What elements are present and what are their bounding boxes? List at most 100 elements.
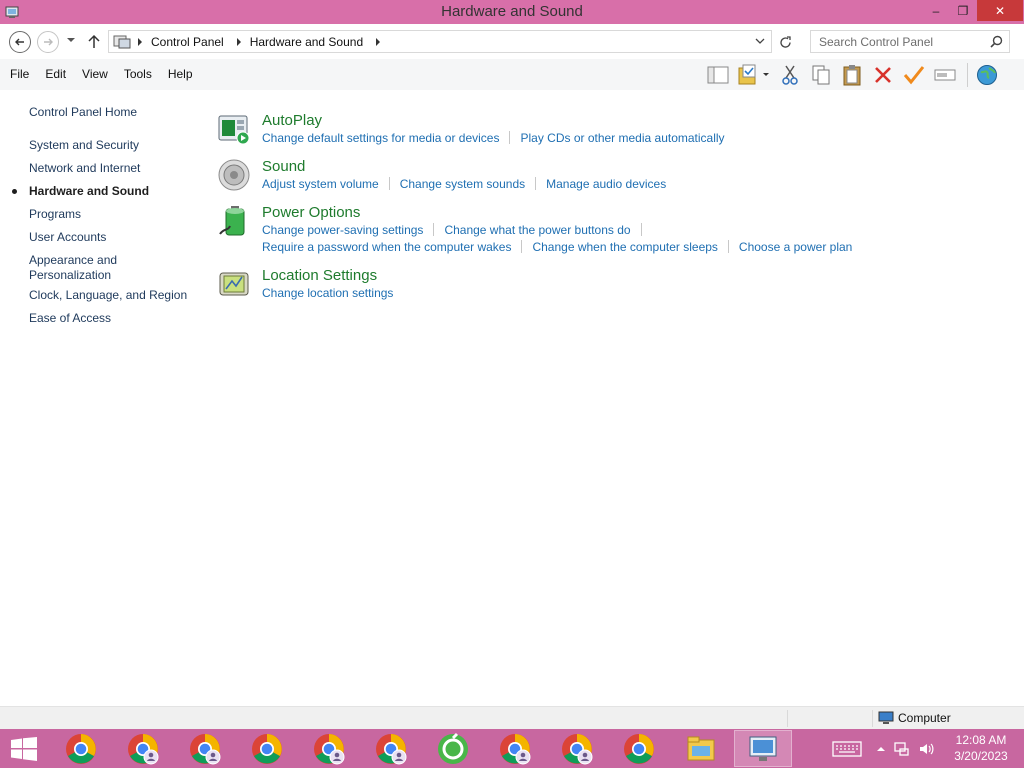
link-change-location-settings[interactable]: Change location settings xyxy=(262,286,393,300)
link-change-power-buttons[interactable]: Change what the power buttons do xyxy=(444,223,630,237)
search-box[interactable] xyxy=(810,30,1010,53)
menu-edit[interactable]: Edit xyxy=(45,67,66,81)
restore-button[interactable]: ❐ xyxy=(950,0,976,21)
nav-clock-language-region[interactable]: Clock, Language, and Region xyxy=(29,288,194,303)
refresh-button[interactable] xyxy=(775,32,795,52)
menu-bar: File Edit View Tools Help xyxy=(10,67,209,81)
taskbar-app-button[interactable] xyxy=(114,730,172,767)
minimize-button[interactable]: – xyxy=(922,0,950,21)
nav-programs[interactable]: Programs xyxy=(29,207,194,222)
address-bar[interactable]: Control Panel Hardware and Sound xyxy=(108,30,772,53)
chrome-profile-icon xyxy=(500,733,531,764)
nav-hardware-and-sound[interactable]: Hardware and Sound xyxy=(29,184,194,199)
taskbar-app-button[interactable] xyxy=(734,730,792,767)
link-separator xyxy=(388,177,390,190)
power-options-links-row-2: Require a password when the computer wak… xyxy=(262,240,852,254)
rename-button[interactable] xyxy=(931,62,959,88)
link-adjust-system-volume[interactable]: Adjust system volume xyxy=(262,177,379,191)
location-gps-icon[interactable] xyxy=(217,267,251,301)
internet-button[interactable] xyxy=(973,62,1001,88)
taskbar-app-button[interactable] xyxy=(672,730,730,767)
nav-control-panel-home[interactable]: Control Panel Home xyxy=(29,105,194,120)
taskbar-app-button[interactable] xyxy=(362,730,420,767)
windows-start-icon[interactable] xyxy=(10,737,38,761)
chevron-right-icon[interactable] xyxy=(375,37,381,46)
taskbar-app-button[interactable] xyxy=(610,730,668,767)
paste-button[interactable] xyxy=(838,62,866,88)
taskbar-app-button[interactable] xyxy=(238,730,296,767)
chrome-icon xyxy=(624,733,654,764)
search-icon[interactable] xyxy=(990,35,1003,48)
autoplay-icon[interactable] xyxy=(217,112,251,146)
link-change-power-saving-settings[interactable]: Change power-saving settings xyxy=(262,223,423,237)
address-dropdown-icon[interactable] xyxy=(755,37,765,45)
menu-file[interactable]: File xyxy=(10,67,29,81)
search-input[interactable] xyxy=(811,31,981,52)
speaker-icon[interactable] xyxy=(217,158,251,192)
nav-appearance-and-personalization[interactable]: Appearance and Personalization xyxy=(29,253,129,283)
menu-view[interactable]: View xyxy=(82,67,108,81)
link-change-system-sounds[interactable]: Change system sounds xyxy=(400,177,525,191)
back-button[interactable] xyxy=(9,31,31,53)
up-arrow-icon[interactable] xyxy=(87,33,101,49)
chevron-right-icon[interactable] xyxy=(236,37,242,46)
nav-user-accounts[interactable]: User Accounts xyxy=(29,230,194,245)
folder-options-button[interactable] xyxy=(735,62,773,88)
close-button[interactable]: ✕ xyxy=(977,0,1023,21)
forward-button[interactable] xyxy=(37,31,59,53)
taskbar-clock[interactable]: 12:08 AM 3/20/2023 xyxy=(948,732,1014,764)
back-arrow-icon xyxy=(15,38,24,46)
system-tray xyxy=(832,729,934,768)
sound-title[interactable]: Sound xyxy=(262,158,305,175)
clock-time: 12:08 AM xyxy=(955,733,1007,747)
battery-icon[interactable] xyxy=(217,204,251,238)
show-hidden-icons-chevron-icon[interactable] xyxy=(876,745,886,753)
keyboard-icon[interactable] xyxy=(832,740,862,758)
recent-locations-dropdown-icon[interactable] xyxy=(66,36,76,44)
chevron-right-icon[interactable] xyxy=(137,37,143,46)
nav-system-and-security[interactable]: System and Security xyxy=(29,138,194,153)
network-icon[interactable] xyxy=(894,741,910,757)
nav-network-and-internet[interactable]: Network and Internet xyxy=(29,161,194,176)
menu-tools[interactable]: Tools xyxy=(124,67,152,81)
status-bar: Computer xyxy=(0,706,1024,729)
link-choose-power-plan[interactable]: Choose a power plan xyxy=(739,240,852,254)
taskbar-app-button[interactable] xyxy=(176,730,234,767)
link-separator xyxy=(640,223,642,236)
link-separator xyxy=(433,223,435,236)
link-change-default-media-settings[interactable]: Change default settings for media or dev… xyxy=(262,131,499,145)
taskbar-app-button[interactable] xyxy=(300,730,358,767)
status-location-label: Computer xyxy=(898,711,951,725)
taskbar-app-button[interactable] xyxy=(424,730,482,767)
link-manage-audio-devices[interactable]: Manage audio devices xyxy=(546,177,666,191)
location-settings-title[interactable]: Location Settings xyxy=(262,267,377,284)
folder-check-icon xyxy=(738,64,769,85)
volume-icon[interactable] xyxy=(918,741,934,757)
properties-button[interactable] xyxy=(900,62,928,88)
breadcrumb-control-panel[interactable]: Control Panel xyxy=(151,35,224,49)
nav-ease-of-access[interactable]: Ease of Access xyxy=(29,311,194,326)
current-page-bullet xyxy=(12,189,17,194)
computer-icon xyxy=(878,711,894,724)
taskbar: 12:08 AM 3/20/2023 xyxy=(0,729,1024,768)
status-divider xyxy=(787,710,788,727)
delete-button[interactable] xyxy=(869,62,897,88)
breadcrumb-hardware-and-sound[interactable]: Hardware and Sound xyxy=(250,35,363,49)
link-play-cds-automatically[interactable]: Play CDs or other media automatically xyxy=(520,131,724,145)
menu-help[interactable]: Help xyxy=(168,67,193,81)
autoplay-title[interactable]: AutoPlay xyxy=(262,112,322,129)
link-change-sleep-time[interactable]: Change when the computer sleeps xyxy=(532,240,717,254)
link-require-password-on-wake[interactable]: Require a password when the computer wak… xyxy=(262,240,511,254)
status-divider xyxy=(872,710,873,727)
window-title: Hardware and Sound xyxy=(441,3,583,20)
taskbar-app-button[interactable] xyxy=(548,730,606,767)
taskbar-app-button[interactable] xyxy=(486,730,544,767)
copy-button[interactable] xyxy=(807,62,835,88)
taskbar-app-button[interactable] xyxy=(52,730,110,767)
control-panel-location-icon xyxy=(113,35,131,48)
cut-button[interactable] xyxy=(776,62,804,88)
power-options-title[interactable]: Power Options xyxy=(262,204,360,221)
chrome-profile-icon xyxy=(562,733,593,764)
navigation-bar: Control Panel Hardware and Sound xyxy=(0,24,1024,59)
layout-pane-button[interactable] xyxy=(704,62,732,88)
